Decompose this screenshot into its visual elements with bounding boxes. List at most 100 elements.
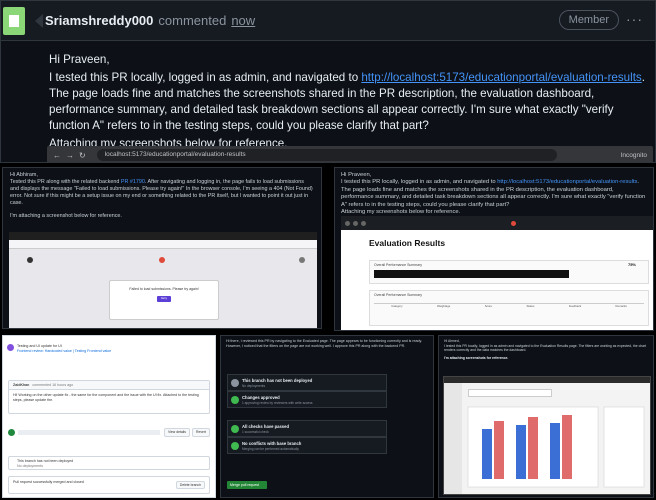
- retry-button[interactable]: Retry: [157, 296, 171, 302]
- merge-check-item: No conflicts with base branch Merging can…: [227, 437, 387, 454]
- comment-greeting: Hi Abhiram,: [10, 172, 38, 178]
- kebab-menu-icon[interactable]: ···: [626, 11, 643, 27]
- app-view: Failed to load submissions. Please try a…: [9, 240, 317, 328]
- comment-screenshot-chart: Hi Ahmed, I tested this PR locally, logg…: [438, 335, 654, 498]
- browser-nav-icons[interactable]: ←→↻: [53, 151, 91, 160]
- side-panel: [603, 406, 645, 488]
- bar-chart-thumbnail: [467, 406, 645, 488]
- chart-bar: [482, 429, 492, 479]
- merge-check-sub: Merging can be performed automatically: [242, 447, 299, 451]
- comment-text: I tested this PR locally, logged in as a…: [49, 71, 362, 84]
- comment-body: Hi Ahmed, I tested this PR locally, logg…: [439, 336, 653, 363]
- browser-url[interactable]: localhost:5173/educationportal/evaluatio…: [96, 149, 557, 161]
- view-details-button[interactable]: View details: [163, 428, 190, 437]
- chart-bar: [528, 417, 538, 479]
- review-comment: ZaidKhan commented 16 hours ago Hi! Work…: [8, 380, 210, 414]
- comment-greeting: Hi Praveen,: [49, 53, 110, 66]
- deployment-sub: No deployments: [17, 464, 43, 468]
- comment-body: Hi Abhiram, Tested this PR along with th…: [3, 168, 321, 224]
- browser-bar: ←→↻ localhost:5173/educationportal/evalu…: [47, 146, 653, 162]
- evaluation-app-screenshot: Evaluation Results Overall Performance S…: [341, 216, 653, 330]
- backend-pr-link[interactable]: PR #1790: [121, 179, 145, 185]
- comment-caret: [35, 14, 43, 28]
- summary-card: Overall Performance Summary Category Weig…: [369, 290, 649, 326]
- comment-paragraph: I tested this PR locally, logged in as a…: [341, 179, 647, 209]
- comment-text: Hi! Working on the other update fix - th…: [13, 393, 199, 402]
- retry-label: Retry: [161, 297, 167, 300]
- avatar: [8, 429, 15, 436]
- comment-author[interactable]: Sriamshreddy000: [45, 13, 153, 28]
- review-comment-header: ZaidKhan commented 16 hours ago: [9, 381, 209, 390]
- merge-button-label: Merge pull request: [230, 483, 259, 487]
- merge-check-sub: 1 successful check: [242, 430, 269, 434]
- merge-check-item: All checks have passed 1 successful check: [227, 420, 387, 437]
- performance-percent: 75%: [627, 262, 636, 267]
- member-badge: Member: [558, 10, 619, 30]
- merge-check-sub: 1 approving review by reviewers with wri…: [242, 401, 313, 405]
- chart-bar: [562, 415, 572, 479]
- avatar[interactable]: [3, 7, 25, 35]
- delete-branch-button[interactable]: Delete branch: [175, 481, 205, 489]
- comment-text: Tested this PR along with the related ba…: [10, 179, 121, 185]
- merge-check-title: All checks have passed: [242, 424, 290, 429]
- comment-text: I tested this PR locally, logged in as a…: [444, 343, 647, 353]
- status-icon: [231, 396, 239, 404]
- timeline-event-text: [18, 430, 160, 435]
- comment-text: Hi there, I reviewed this PR by navigati…: [226, 339, 423, 348]
- status-icon: [231, 425, 239, 433]
- merge-check-title: This branch has not been deployed: [242, 378, 313, 383]
- avatar: [7, 344, 14, 351]
- summary-card-label: Overall Performance Summary: [374, 263, 423, 267]
- menu-icon: [361, 220, 366, 226]
- revert-button[interactable]: Revert: [192, 428, 210, 437]
- comment-text: I tested this PR locally, logged in as a…: [341, 179, 498, 186]
- table-column-header: Category: [391, 304, 403, 308]
- merge-check-item: This branch has not been deployed No depl…: [227, 374, 387, 391]
- merge-check-title: No conflicts with base branch: [242, 441, 302, 446]
- chart-bar: [516, 425, 526, 479]
- logo-icon: [345, 220, 350, 226]
- app-topbar: [341, 216, 653, 230]
- comment-greeting: Hi Praveen,: [341, 172, 372, 178]
- chart-app-screenshot: [443, 376, 651, 495]
- merge-check-sub: No deployments: [242, 384, 266, 388]
- main-comment: Sriamshreddy000 commented now Member ···…: [0, 0, 656, 163]
- deployment-box: This branch has not been deployed No dep…: [8, 456, 210, 470]
- comment-paragraph: I tested this PR locally, logged in as a…: [49, 70, 653, 134]
- browser-tabs: [9, 232, 317, 240]
- evaluation-results-link[interactable]: http://localhost:5173/educationportal/ev…: [361, 71, 641, 84]
- comment-attach-note: I'm attaching a screenshot below for ref…: [10, 213, 122, 219]
- table-column-header: Score: [484, 304, 493, 308]
- comment-body: Hi Praveen, I tested this PR locally, lo…: [1, 41, 653, 152]
- user-icon: [299, 257, 305, 263]
- comment-paragraph: Tested this PR along with the related ba…: [10, 179, 314, 207]
- table-header: Category Weightage Score Status Feedback Rema…: [374, 303, 644, 311]
- merge-box-dark: Hi there, I reviewed this PR by navigati…: [220, 335, 434, 498]
- timeline-subtitle[interactable]: Frontend review: Hardcoded value | Testi…: [17, 349, 210, 354]
- nav-icon: [27, 257, 33, 263]
- merged-message: Pull request successfully merged and clo…: [13, 480, 84, 484]
- timeline-event: Testing and UI update for UI Frontend re…: [7, 344, 210, 354]
- app-bar: [9, 240, 317, 249]
- performance-progress-bar: [374, 270, 569, 278]
- evaluation-results-link[interactable]: http://localhost:5173/educationportal/ev…: [497, 179, 637, 185]
- table-column-header: Status: [526, 304, 535, 308]
- comment-screenshot-abhiram: Hi Abhiram, Tested this PR along with th…: [2, 167, 322, 329]
- merge-pull-request-button[interactable]: Merge pull request: [227, 481, 267, 489]
- comment-author[interactable]: ZaidKhan: [13, 383, 29, 387]
- app-page-title: Evaluation Results: [369, 238, 446, 248]
- comment-header: Sriamshreddy000 commented now Member ···: [1, 1, 655, 41]
- merged-box: Pull request successfully merged and clo…: [8, 476, 210, 494]
- deployment-text: This branch has not been deployed No dep…: [9, 457, 209, 471]
- merge-checks: This branch has not been deployed No depl…: [227, 374, 387, 454]
- comment-verb: commented: [158, 13, 227, 28]
- timeline-event: View details Revert: [8, 428, 210, 437]
- error-dialog: Failed to load submissions. Please try a…: [109, 280, 219, 320]
- menu-icon: [353, 220, 358, 226]
- chart-bar: [494, 421, 504, 479]
- pr-timeline-light: Testing and UI update for UI Frontend re…: [2, 335, 216, 498]
- comment-timestamp[interactable]: now: [231, 13, 255, 28]
- status-icon: [231, 379, 239, 387]
- timeline-event-text: Testing and UI update for UI Frontend re…: [8, 344, 210, 354]
- summary-card: Overall Performance Summary 75%: [369, 260, 649, 284]
